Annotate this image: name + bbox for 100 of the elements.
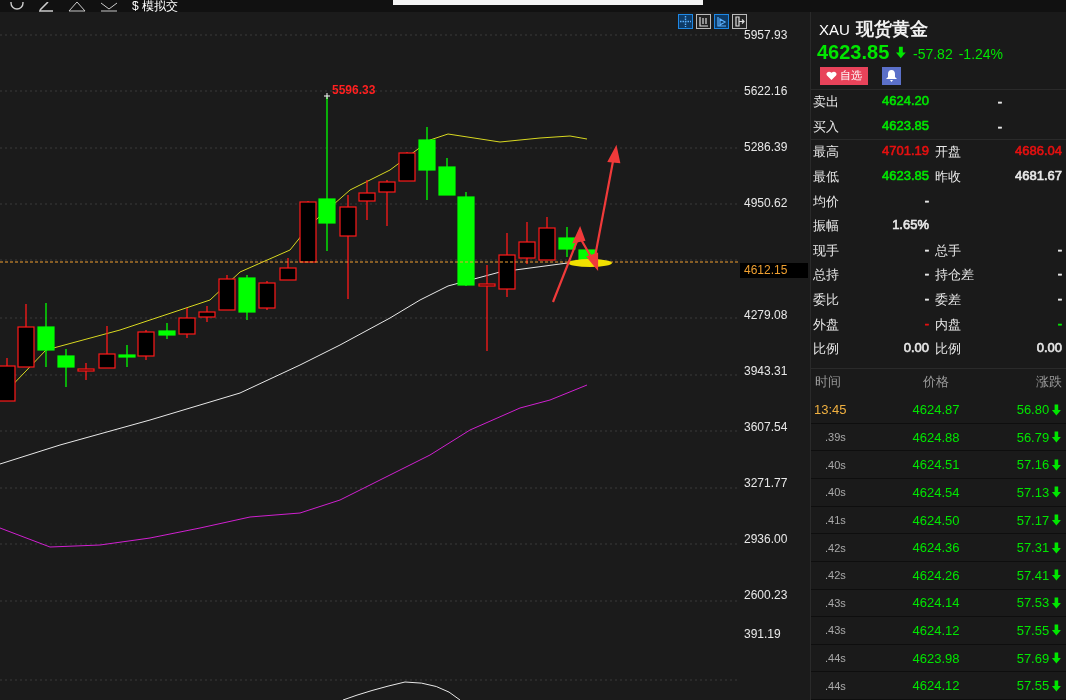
chart-tool-button[interactable] [714, 14, 729, 29]
tick-price: 4624.14 [911, 595, 961, 611]
candlestick [398, 151, 416, 182]
tick-time: .44s [824, 652, 847, 665]
tick-change: 57.31 [981, 540, 1066, 556]
candlestick [137, 329, 155, 361]
percent-change: -1.24% [958, 46, 1004, 62]
tick-change: 56.80 [981, 402, 1066, 418]
stat-value: 4624.20 [882, 92, 929, 110]
stat-value: - [924, 266, 929, 284]
last-price: 4623.85 [817, 41, 890, 64]
exit-icon [734, 16, 745, 27]
heart-icon [826, 70, 837, 81]
candlestick [158, 322, 176, 340]
candlestick [258, 280, 276, 311]
tick-time: .42s [824, 541, 847, 554]
price-axis-label: 5957.93 [743, 27, 789, 43]
tick-time: .43s [824, 596, 847, 609]
alert-button[interactable] [882, 66, 901, 85]
tick-price: 4624.87 [911, 402, 961, 418]
candlestick [77, 362, 95, 381]
tick-change: 57.41 [981, 567, 1066, 583]
tick-time: .40s [824, 486, 847, 499]
chart-tool-button[interactable] [696, 14, 711, 29]
stat-label: 最低 [813, 167, 839, 186]
zoom-icon[interactable] [10, 2, 24, 12]
tick-time: .41s [824, 514, 847, 526]
instrument-name: 现货黄金 [855, 17, 928, 41]
stat-value: 4686.04 [1015, 143, 1062, 161]
tick-price: 4624.36 [911, 540, 961, 556]
candlestick [238, 274, 256, 321]
tick-price: 4624.12 [911, 678, 961, 694]
candlestick [558, 226, 576, 258]
candlestick [538, 216, 556, 261]
stat-label: 总持 [813, 266, 839, 285]
stat-label: 现手 [813, 241, 839, 260]
symbol-code: XAU [819, 21, 850, 38]
candlestick [279, 257, 297, 281]
tick-price: 4624.51 [911, 457, 961, 473]
tick-change: 57.16 [981, 457, 1066, 473]
stat-value: - [924, 241, 929, 259]
candlestick [218, 274, 236, 311]
triangle-icon[interactable] [68, 2, 86, 12]
stat-label: 比例 [813, 340, 839, 359]
stat-value: - [924, 192, 929, 210]
tick-change: 57.55 [981, 622, 1066, 638]
price-axis-label: 4950.62 [743, 195, 789, 211]
stat-value: - [997, 94, 1002, 110]
tick-price: 4624.12 [911, 622, 961, 638]
tick-change: 56.79 [981, 429, 1066, 445]
tick-price: 4624.50 [911, 512, 961, 528]
triangle-down-icon[interactable] [100, 2, 118, 12]
tick-price: 4624.88 [911, 429, 961, 445]
price-axis-label: 4279.08 [743, 307, 789, 323]
tick-change: 57.69 [981, 650, 1066, 666]
stat-value: - [1057, 315, 1062, 333]
watchlist-button[interactable]: 自选 [820, 66, 868, 85]
candlestick [518, 221, 536, 265]
tick-change: 57.53 [981, 595, 1066, 611]
stat-value: - [1057, 291, 1062, 309]
stat-label: 委差 [935, 291, 961, 310]
stat-label: 卖出 [813, 92, 839, 111]
pen-icon[interactable] [38, 2, 54, 12]
stat-value: - [924, 315, 929, 333]
chart-tool-button[interactable] [732, 14, 747, 29]
tick-change: 57.17 [981, 512, 1066, 528]
stat-label: 均价 [813, 192, 839, 211]
price-axis-label: 3607.54 [743, 419, 789, 435]
bell-icon [886, 69, 897, 82]
current-price-label: 4612.15 [740, 263, 808, 278]
candlestick [378, 179, 396, 227]
chart-tool-button[interactable] [678, 14, 693, 29]
price-change: -57.82 [913, 46, 953, 62]
tick-time: .40s [824, 458, 847, 471]
stat-label: 开盘 [935, 143, 961, 162]
stat-label: 比例 [935, 340, 961, 359]
stat-value: - [1057, 241, 1062, 259]
peak-price-label: 5596.33 [332, 83, 376, 97]
play-axis-icon [716, 16, 727, 27]
column-header: 价格 [922, 373, 950, 392]
price-axis-label: 2600.23 [743, 587, 789, 603]
price-axis-label: 5286.39 [743, 139, 789, 155]
toolbar-label[interactable]: $ 模拟交 [132, 0, 178, 12]
tick-time: .44s [824, 679, 847, 692]
stat-label: 买入 [813, 117, 839, 136]
tick-change: 57.13 [981, 484, 1066, 500]
peak-marker-icon [323, 92, 331, 100]
tick-change: 57.55 [981, 678, 1066, 694]
column-header: 涨跌 [1035, 373, 1063, 392]
stat-label: 最高 [813, 143, 839, 162]
candlestick [178, 307, 196, 339]
stat-label: 振幅 [813, 217, 839, 236]
stat-value: 0.00 [1036, 340, 1062, 358]
stat-value: 4623.85 [882, 117, 929, 135]
stat-value: 4681.67 [1015, 167, 1062, 185]
stat-label: 外盘 [813, 315, 839, 334]
stat-value: - [1057, 266, 1062, 284]
crosshair-icon [680, 16, 691, 27]
column-header: 时间 [814, 373, 842, 392]
tick-price: 4624.54 [911, 484, 961, 500]
